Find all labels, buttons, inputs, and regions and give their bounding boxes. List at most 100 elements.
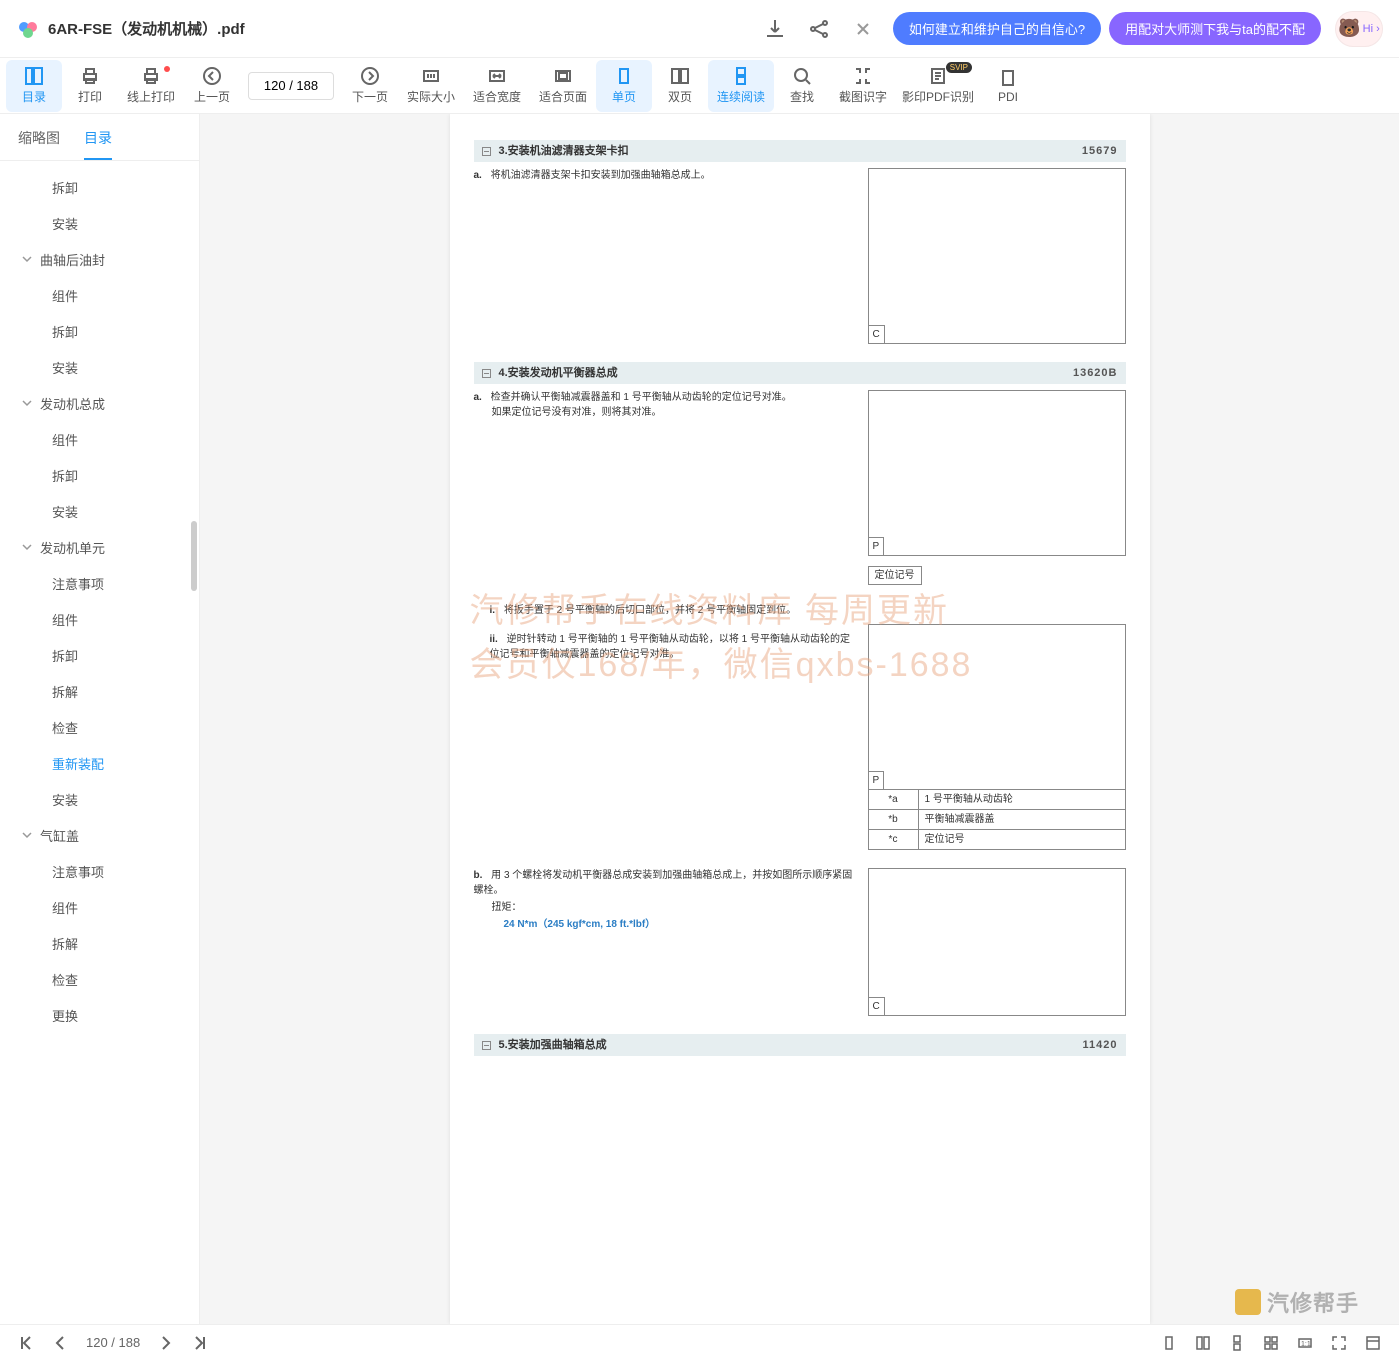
tab-toc[interactable]: 目录 <box>84 122 112 160</box>
view-single-icon[interactable] <box>1161 1335 1177 1351</box>
tool-actual-size[interactable]: 实际大小 <box>398 60 464 112</box>
tool-toc[interactable]: 目录 <box>6 60 62 112</box>
caret-down-icon <box>22 398 32 408</box>
section-header-4: 4.安装发动机平衡器总成 13620B <box>474 362 1126 384</box>
tree-child-item[interactable]: 安装 <box>0 781 199 817</box>
last-page-icon[interactable] <box>192 1335 208 1351</box>
tree-child-item[interactable]: 安装 <box>0 493 199 529</box>
tool-fit-page[interactable]: 适合页面 <box>530 60 596 112</box>
fit-page-icon <box>553 66 573 86</box>
tool-prev-page[interactable]: 上一页 <box>184 60 240 112</box>
view-grid-icon[interactable] <box>1263 1335 1279 1351</box>
print-icon <box>80 66 100 86</box>
avatar-icon: 🐻 <box>1338 18 1360 39</box>
tool-pdf-extra[interactable]: PDI <box>980 60 1036 112</box>
avatar-badge[interactable]: 🐻 Hi › <box>1335 11 1383 47</box>
tree-child-item[interactable]: 组件 <box>0 889 199 925</box>
tree-parent-item[interactable]: 发动机总成 <box>0 385 199 421</box>
tree-item-label: 更换 <box>52 1006 78 1025</box>
chevron-right-circle-icon <box>360 66 380 86</box>
collapse-icon <box>482 1041 491 1050</box>
tool-single-page[interactable]: 单页 <box>596 60 652 112</box>
page-layout-icon[interactable] <box>1365 1335 1381 1351</box>
section-header-3: 3.安装机油滤清器支架卡扣 15679 <box>474 140 1126 162</box>
tree-child-item[interactable]: 检查 <box>0 709 199 745</box>
scrollbar-thumb[interactable] <box>191 521 197 591</box>
tree-child-item[interactable]: 组件 <box>0 277 199 313</box>
tool-find[interactable]: 查找 <box>774 60 830 112</box>
next-page-icon[interactable] <box>158 1335 174 1351</box>
tool-next-page[interactable]: 下一页 <box>342 60 398 112</box>
tree-child-item[interactable]: 安装 <box>0 205 199 241</box>
figure-4a: P <box>868 390 1126 556</box>
app-logo-icon <box>16 17 40 41</box>
crop-icon <box>853 66 873 86</box>
page-number-input[interactable] <box>248 72 334 100</box>
tree-item-label: 安装 <box>52 790 78 809</box>
continuous-icon <box>731 66 751 86</box>
tree-child-item[interactable]: 拆解 <box>0 925 199 961</box>
tree-child-item[interactable]: 更换 <box>0 997 199 1033</box>
tree-child-item[interactable]: 安装 <box>0 349 199 385</box>
tree-item-label: 拆解 <box>52 934 78 953</box>
table-row: *b平衡轴减震器盖 <box>868 810 1125 830</box>
caret-down-icon <box>22 542 32 552</box>
tree-child-item[interactable]: 拆卸 <box>0 169 199 205</box>
double-page-icon <box>670 66 690 86</box>
view-continuous-icon[interactable] <box>1229 1335 1245 1351</box>
fit-width-icon <box>487 66 507 86</box>
suggestion-pill-1[interactable]: 如何建立和维护自己的自信心? <box>893 12 1101 45</box>
avatar-text: Hi › <box>1363 23 1380 35</box>
collapse-icon <box>482 147 491 156</box>
figure-4ii: P <box>868 624 1126 790</box>
table-row: *a1 号平衡轴从动齿轮 <box>868 790 1125 810</box>
tool-fit-width[interactable]: 适合宽度 <box>464 60 530 112</box>
tool-online-print[interactable]: 线上打印 <box>118 60 184 112</box>
tree-child-item[interactable]: 检查 <box>0 961 199 997</box>
tree-item-label: 注意事项 <box>52 574 104 593</box>
tool-screenshot-ocr[interactable]: 截图识字 <box>830 60 896 112</box>
tree-parent-item[interactable]: 气缸盖 <box>0 817 199 853</box>
view-double-icon[interactable] <box>1195 1335 1211 1351</box>
tree-parent-item[interactable]: 发动机单元 <box>0 529 199 565</box>
first-page-icon[interactable] <box>18 1335 34 1351</box>
tool-shadow-pdf[interactable]: SVIP 影印PDF识别 <box>896 60 980 112</box>
tree-child-item[interactable]: 注意事项 <box>0 565 199 601</box>
tree-item-label: 发动机单元 <box>40 538 105 557</box>
close-icon[interactable] <box>855 21 871 37</box>
tree-child-item[interactable]: 拆卸 <box>0 637 199 673</box>
prev-page-icon[interactable] <box>52 1335 68 1351</box>
tool-continuous[interactable]: 连续阅读 <box>708 60 774 112</box>
pdf-icon <box>998 68 1018 88</box>
tree-item-label: 组件 <box>52 898 78 917</box>
suggestion-pill-2[interactable]: 用配对大师测下我与ta的配不配 <box>1109 12 1321 45</box>
tree-child-item[interactable]: 组件 <box>0 421 199 457</box>
tool-print[interactable]: 打印 <box>62 60 118 112</box>
tree-child-item[interactable]: 重新装配 <box>0 745 199 781</box>
tree-item-label: 曲轴后油封 <box>40 250 105 269</box>
tree-child-item[interactable]: 拆卸 <box>0 313 199 349</box>
tree-child-item[interactable]: 注意事项 <box>0 853 199 889</box>
toc-icon <box>24 66 44 86</box>
fullscreen-icon[interactable] <box>1331 1335 1347 1351</box>
caret-down-icon <box>22 254 32 264</box>
chevron-left-circle-icon <box>202 66 222 86</box>
tool-double-page[interactable]: 双页 <box>652 60 708 112</box>
zoom-reset-icon[interactable]: 1:1 <box>1297 1335 1313 1351</box>
tree-child-item[interactable]: 拆卸 <box>0 457 199 493</box>
tree-child-item[interactable]: 拆解 <box>0 673 199 709</box>
tree-item-label: 组件 <box>52 286 78 305</box>
tree-item-label: 拆卸 <box>52 646 78 665</box>
document-viewport[interactable]: 3.安装机油滤清器支架卡扣 15679 a. 将机油滤清器支架卡扣安装到加强曲轴… <box>200 114 1399 1324</box>
tree-child-item[interactable]: 组件 <box>0 601 199 637</box>
tree-item-label: 安装 <box>52 358 78 377</box>
caret-down-icon <box>22 830 32 840</box>
toc-tree[interactable]: 拆卸安装曲轴后油封组件拆卸安装发动机总成组件拆卸安装发动机单元注意事项组件拆卸拆… <box>0 161 199 1324</box>
bottom-bar: 120 / 188 1:1 <box>0 1324 1399 1360</box>
share-icon[interactable] <box>807 17 831 41</box>
section-header-5: 5.安装加强曲轴箱总成 11420 <box>474 1034 1126 1056</box>
tree-item-label: 检查 <box>52 970 78 989</box>
tab-thumbnails[interactable]: 缩略图 <box>18 122 60 160</box>
download-icon[interactable] <box>763 17 787 41</box>
tree-parent-item[interactable]: 曲轴后油封 <box>0 241 199 277</box>
